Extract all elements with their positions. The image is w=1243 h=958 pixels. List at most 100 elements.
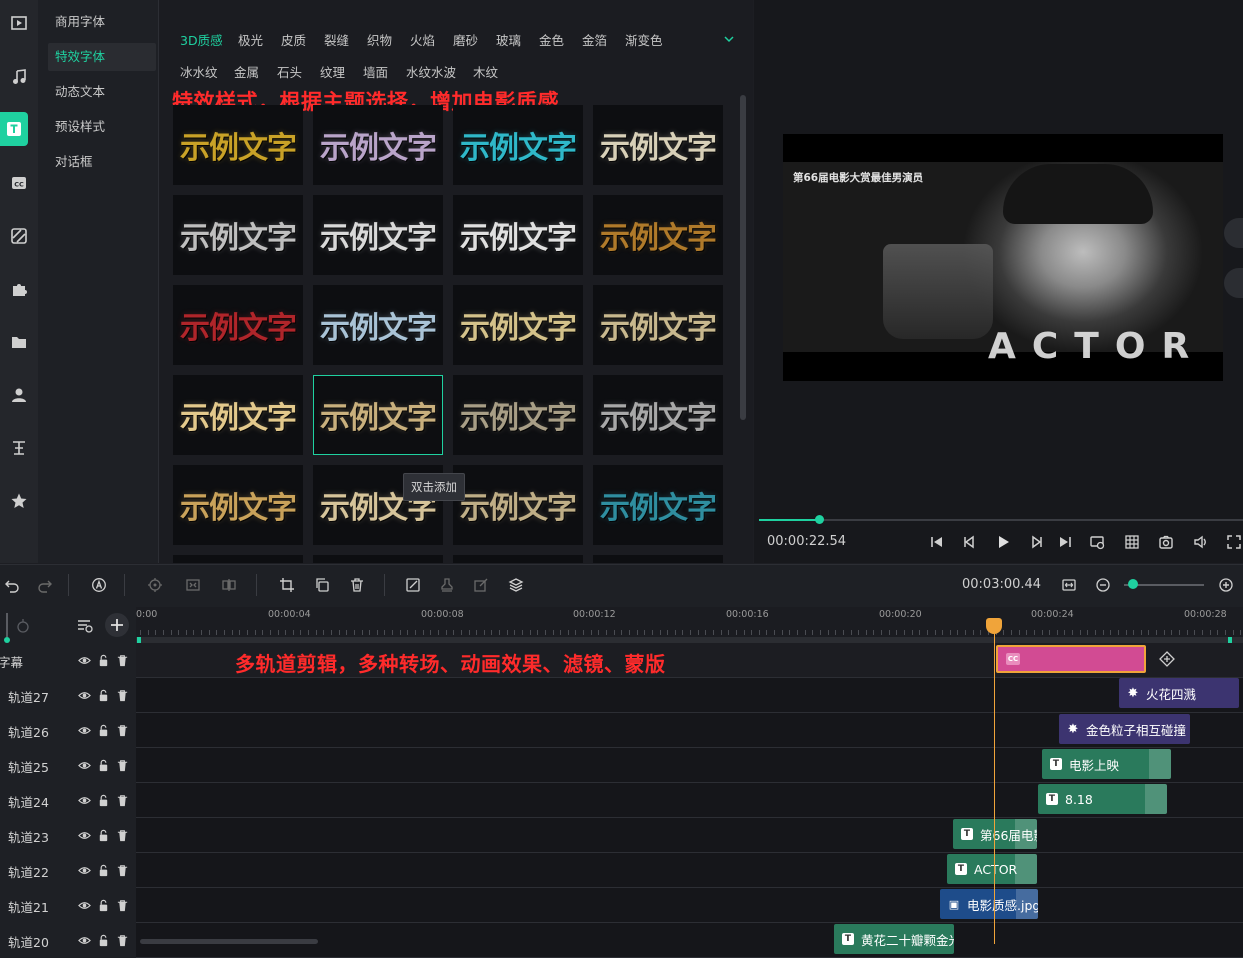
category-commercial-fonts[interactable]: 商用字体 <box>48 8 156 36</box>
tab-frosted[interactable]: 磨砂 <box>453 30 478 49</box>
effect-thumbnail[interactable]: 示例文字 <box>453 465 583 545</box>
next-frame-icon[interactable] <box>1026 532 1046 552</box>
effect-thumbnail[interactable]: 示例文字 <box>593 465 723 545</box>
effect-thumbnail[interactable]: 示例文字 <box>173 465 303 545</box>
skip-start-icon[interactable] <box>927 532 947 552</box>
magnet-snap-icon[interactable] <box>14 617 32 635</box>
effect-thumbnail[interactable]: 示例文字 <box>593 375 723 455</box>
effect-thumbnail[interactable]: 示例文字 <box>453 285 583 365</box>
target-icon[interactable] <box>145 575 165 595</box>
tab-leather[interactable]: 皮质 <box>281 30 306 49</box>
undo-icon[interactable] <box>2 575 22 595</box>
tab-stone[interactable]: 石头 <box>277 62 302 81</box>
track-lane[interactable] <box>136 818 1243 852</box>
filter-icon[interactable] <box>0 219 38 253</box>
fit-timeline-icon[interactable] <box>1059 575 1079 595</box>
prev-frame-icon[interactable] <box>960 532 980 552</box>
tab-gold-foil[interactable]: 金箔 <box>582 30 607 49</box>
clip-movie-release[interactable]: T 电影上映 <box>1042 749 1171 779</box>
track-lane[interactable] <box>136 678 1243 712</box>
tab-gold[interactable]: 金色 <box>539 30 564 49</box>
tab-wall[interactable]: 墙面 <box>363 62 388 81</box>
chevron-down-icon[interactable] <box>722 31 736 45</box>
clip-gold-particles[interactable]: ✸ 金色粒子相互碰撞 <box>1059 714 1190 744</box>
grid-icon[interactable] <box>1122 532 1142 552</box>
zoom-in-icon[interactable] <box>1216 575 1236 595</box>
add-track-button[interactable] <box>105 613 129 637</box>
tab-metal[interactable]: 金属 <box>234 62 259 81</box>
effect-thumbnail[interactable]: 示例文字 <box>173 285 303 365</box>
effect-thumbnail[interactable]: 示例文字 <box>453 105 583 185</box>
track-lane[interactable] <box>136 853 1243 887</box>
auto-text-icon[interactable] <box>89 575 109 595</box>
effect-thumbnail[interactable]: 示例文字 <box>173 105 303 185</box>
effect-thumbnail[interactable]: 示例文字 <box>593 285 723 365</box>
tab-texture[interactable]: 纹理 <box>320 62 345 81</box>
effect-thumbnail[interactable]: 示例文字 <box>313 375 443 455</box>
effect-thumbnail[interactable]: 示例文字 <box>593 105 723 185</box>
track-manager-icon[interactable] <box>76 617 94 635</box>
star-icon[interactable] <box>0 484 38 518</box>
text-icon[interactable] <box>0 112 28 146</box>
track-controls[interactable] <box>78 654 129 667</box>
effect-thumbnail[interactable]: 示例文字 <box>593 195 723 275</box>
effect-thumbnail[interactable]: 示例文字 <box>453 195 583 275</box>
effect-thumbnail[interactable]: 示例文字 <box>313 105 443 185</box>
track-controls[interactable] <box>78 829 129 842</box>
clip-golden-petals[interactable]: T 黄花二十瓣颗金光 <box>834 924 954 954</box>
track-lane[interactable] <box>136 888 1243 922</box>
track-controls[interactable] <box>78 899 129 912</box>
fullscreen-icon[interactable] <box>1224 532 1243 552</box>
play-icon[interactable] <box>993 532 1013 552</box>
zoom-out-icon[interactable] <box>1093 575 1113 595</box>
tab-glass[interactable]: 玻璃 <box>496 30 521 49</box>
effect-thumbnail[interactable] <box>313 555 443 563</box>
category-dialog-box[interactable]: 对话框 <box>48 148 156 176</box>
zoom-slider-knob[interactable] <box>1128 579 1138 589</box>
volume-icon[interactable] <box>1191 532 1211 552</box>
clip-caption[interactable]: T第66届电影 <box>953 819 1037 849</box>
render-preview-icon[interactable] <box>1087 532 1107 552</box>
mirror-icon[interactable] <box>219 575 239 595</box>
subtitle-clip[interactable]: CC <box>996 645 1146 673</box>
panel-scrollbar[interactable] <box>740 95 746 420</box>
track-controls[interactable] <box>78 794 129 807</box>
tab-fabric[interactable]: 织物 <box>367 30 392 49</box>
clip-actor[interactable]: T ACTOR <box>947 854 1037 884</box>
skip-end-icon[interactable] <box>1055 532 1075 552</box>
tab-3d-texture[interactable]: 3D质感 <box>180 30 223 49</box>
effect-thumbnail[interactable]: 示例文字 <box>173 195 303 275</box>
category-dynamic-text[interactable]: 动态文本 <box>48 78 156 106</box>
copy-icon[interactable] <box>312 575 332 595</box>
category-preset-styles[interactable]: 预设样式 <box>48 113 156 141</box>
tab-flame[interactable]: 火焰 <box>410 30 435 49</box>
add-keyframe-icon[interactable] <box>1158 650 1176 668</box>
effect-thumbnail[interactable]: 示例文字 <box>173 375 303 455</box>
layers-icon[interactable] <box>506 575 526 595</box>
clip-image[interactable]: ▣ 电影质感.jpg <box>940 889 1038 919</box>
puzzle-icon[interactable] <box>0 272 38 306</box>
effect-thumbnail[interactable]: 示例文字 <box>313 285 443 365</box>
folder-icon[interactable] <box>0 325 38 359</box>
playhead-line[interactable] <box>994 619 995 944</box>
tab-crack[interactable]: 裂缝 <box>324 30 349 49</box>
category-effect-fonts[interactable]: 特效字体 <box>48 43 156 71</box>
snapshot-camera-icon[interactable] <box>1156 532 1176 552</box>
music-icon[interactable] <box>0 60 38 94</box>
tab-water-ripple[interactable]: 水纹水波 <box>406 62 456 81</box>
playhead-handle[interactable] <box>986 618 1002 634</box>
effect-thumbnail[interactable] <box>173 555 303 563</box>
stamp-icon[interactable] <box>437 575 457 595</box>
media-icon[interactable] <box>0 6 38 40</box>
playback-progress-knob[interactable] <box>815 515 824 524</box>
edit-pen-icon[interactable] <box>471 575 491 595</box>
clip-date[interactable]: T 8.18 <box>1038 784 1167 814</box>
effect-thumbnail[interactable] <box>593 555 723 563</box>
redo-icon[interactable] <box>35 575 55 595</box>
image-edit-icon[interactable] <box>403 575 423 595</box>
track-controls[interactable] <box>78 724 129 737</box>
effect-thumbnail[interactable]: 示例文字 <box>313 195 443 275</box>
track-controls[interactable] <box>78 759 129 772</box>
playback-progress-track[interactable] <box>759 519 1243 521</box>
track-controls[interactable] <box>78 864 129 877</box>
